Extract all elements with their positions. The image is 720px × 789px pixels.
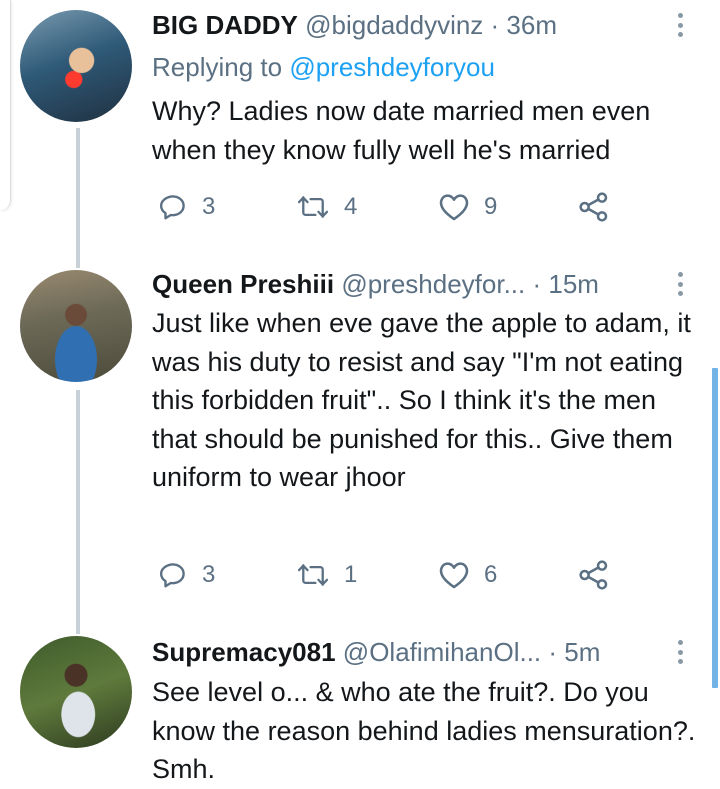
reply-button[interactable]: 3 (158, 187, 215, 227)
reply-button[interactable]: 3 (158, 555, 215, 595)
share-button[interactable] (578, 187, 610, 227)
display-name[interactable]: Queen Preshiii (152, 269, 334, 299)
reply-count: 3 (202, 561, 216, 588)
like-icon (439, 562, 469, 589)
tweet-actions: 3 4 9 (152, 187, 632, 227)
avatar[interactable] (20, 270, 132, 382)
timestamp[interactable]: · 5m (548, 637, 600, 667)
like-count: 6 (484, 561, 498, 588)
retweet-count: 4 (344, 193, 358, 220)
retweet-icon (297, 196, 329, 218)
like-count: 9 (484, 193, 498, 220)
display-name[interactable]: BIG DADDY (152, 10, 298, 40)
tweet-header: Queen Preshiii @preshdeyfor... · 15m (152, 266, 680, 302)
like-button[interactable]: 9 (438, 187, 497, 227)
avatar[interactable] (20, 10, 132, 122)
reply-icon (159, 563, 185, 588)
share-icon (579, 560, 608, 590)
reply-count: 3 (202, 193, 216, 220)
more-icon[interactable] (672, 10, 688, 40)
share-icon (579, 192, 608, 222)
retweet-button[interactable]: 1 (296, 555, 357, 595)
retweet-count: 1 (344, 561, 358, 588)
replying-to: Replying to @preshdeyforyou (152, 49, 495, 85)
tweet-actions: 3 1 6 (152, 555, 632, 595)
thread-line (76, 128, 80, 268)
retweet-button[interactable]: 4 (296, 187, 357, 227)
display-name[interactable]: Supremacy081 (152, 637, 336, 667)
timestamp[interactable]: · 36m (491, 10, 557, 40)
user-handle[interactable]: @bigdaddyvinz (305, 10, 483, 40)
like-icon (439, 194, 469, 221)
replying-to-label: Replying to (152, 52, 290, 82)
user-handle[interactable]: @preshdeyfor... (341, 269, 525, 299)
thread-line (76, 390, 80, 634)
timestamp[interactable]: · 15m (532, 269, 598, 299)
reply-icon (159, 195, 185, 220)
tweet-text: Just like when eve gave the apple to ada… (152, 308, 691, 492)
like-button[interactable]: 6 (438, 555, 497, 595)
tweet-header: Supremacy081 @OlafimihanOl... · 5m (152, 634, 680, 670)
avatar[interactable] (20, 636, 132, 748)
tweet-text: See level o... & who ate the fruit?. Do … (152, 677, 696, 784)
tweet-text: Why? Ladies now date married men even wh… (152, 96, 651, 165)
tweet-header: BIG DADDY @bigdaddyvinz · 36m (152, 7, 680, 43)
share-button[interactable] (578, 555, 610, 595)
scrollbar[interactable] (712, 368, 718, 688)
more-icon[interactable] (672, 637, 688, 667)
more-icon[interactable] (672, 269, 688, 299)
side-panel-edge (0, 0, 11, 210)
replying-to-handle[interactable]: @preshdeyforyou (289, 52, 495, 82)
retweet-icon (297, 564, 329, 586)
user-handle[interactable]: @OlafimihanOl... (343, 637, 541, 667)
